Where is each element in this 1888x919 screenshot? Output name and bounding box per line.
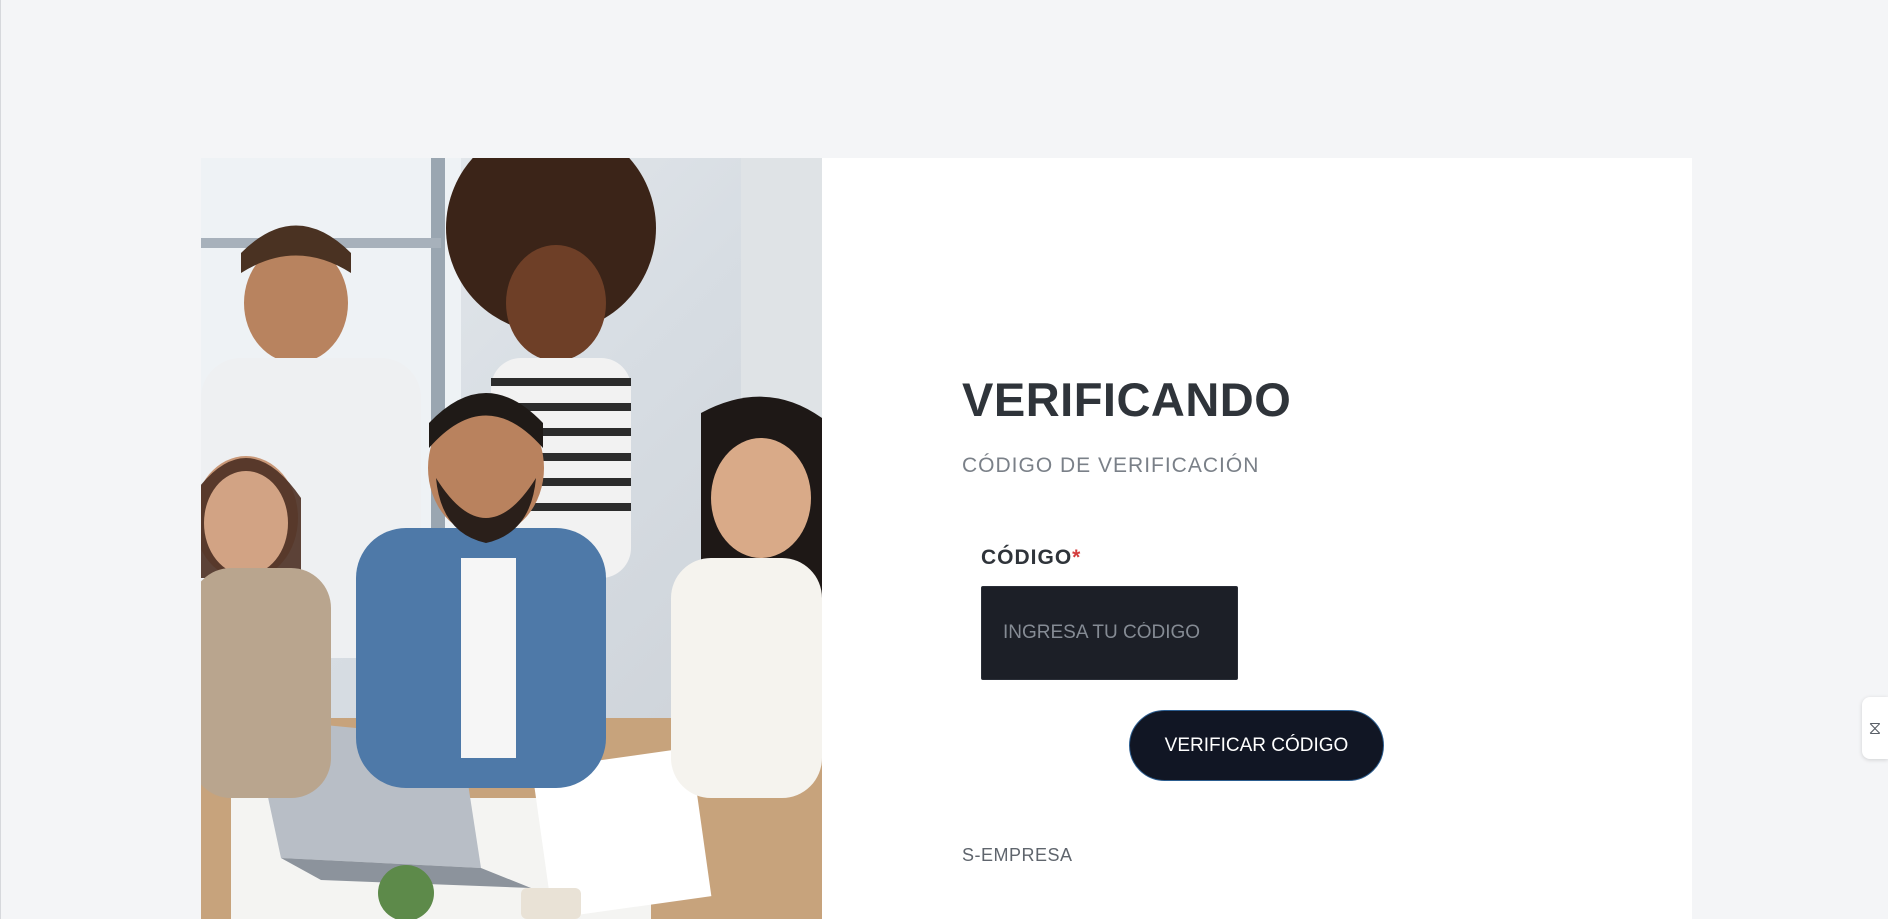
- verify-code-button[interactable]: VERIFICAR CÓDIGO: [1129, 710, 1384, 781]
- team-photo-illustration: [201, 158, 822, 919]
- verification-panel: VERIFICANDO CÓDIGO DE VERIFICACIÓN CÓDIG…: [822, 158, 1692, 919]
- side-widget-tab[interactable]: ⧖: [1862, 697, 1888, 759]
- page: VERIFICANDO CÓDIGO DE VERIFICACIÓN CÓDIG…: [0, 0, 1888, 919]
- page-title: VERIFICANDO: [962, 373, 1292, 426]
- company-footer: S-EMPRESA: [962, 845, 1073, 865]
- widget-handle-icon: ⧖: [1868, 717, 1882, 738]
- code-label-text: CÓDIGO: [981, 546, 1073, 569]
- hero-image: [201, 158, 822, 919]
- code-label: CÓDIGO*: [981, 546, 1081, 570]
- page-subtitle: CÓDIGO DE VERIFICACIÓN: [962, 454, 1260, 477]
- code-input[interactable]: [981, 586, 1238, 680]
- required-marker: *: [1072, 546, 1082, 569]
- verification-card: VERIFICANDO CÓDIGO DE VERIFICACIÓN CÓDIG…: [201, 158, 1692, 919]
